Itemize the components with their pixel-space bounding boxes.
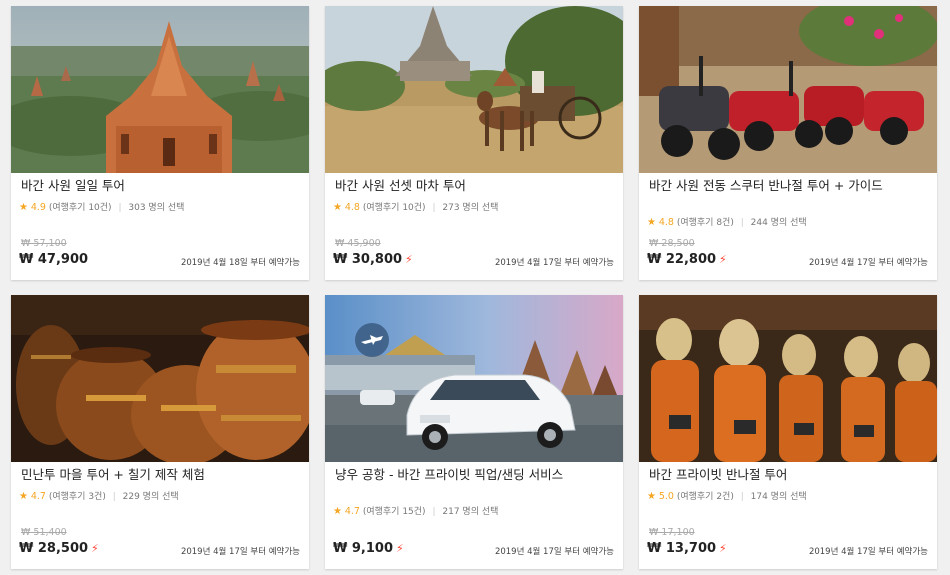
- star-icon: ★: [333, 202, 342, 213]
- original-price: ₩ 17,100: [649, 527, 695, 538]
- sale-price: ₩ 28,500 ⚡: [19, 541, 99, 556]
- chosen-count: 174 명의 선택: [750, 492, 807, 502]
- lightning-icon: ⚡: [719, 542, 727, 555]
- price-value: ₩ 13,700: [647, 541, 717, 556]
- rating-row: ★ 4.7 (여행후기 15건) | 217 명의 선택: [333, 504, 498, 517]
- original-price: ₩ 57,100: [21, 238, 67, 249]
- rating-row: ★ 5.0 (여행후기 2건) | 174 명의 선택: [647, 489, 807, 502]
- review-count: (여행후기 2건): [676, 492, 734, 502]
- review-count: (여행후기 3건): [48, 492, 106, 502]
- availability-date: 2019년 4월 17일 부터 예약가능: [180, 547, 300, 557]
- rating-score: 4.7: [30, 491, 46, 502]
- star-icon: ★: [19, 491, 28, 502]
- horse-cart-photo[interactable]: [325, 6, 623, 173]
- original-price: ₩ 28,500: [649, 238, 695, 249]
- product-card[interactable]: 냥우 공항 - 바간 프라이빗 픽업/샌딩 서비스 ★ 4.7 (여행후기 15…: [325, 295, 623, 569]
- divider: |: [740, 218, 744, 228]
- rating-score: 4.8: [658, 217, 674, 228]
- price-value: ₩ 47,900: [19, 252, 89, 267]
- divider: |: [112, 492, 116, 502]
- tour-title[interactable]: 민난투 마을 투어 + 칠기 제작 체험: [21, 467, 293, 482]
- product-card[interactable]: 바간 프라이빗 반나절 투어 ★ 5.0 (여행후기 2건) | 174 명의 …: [639, 295, 937, 569]
- lacquerware-photo[interactable]: [11, 295, 309, 462]
- airport-car-photo[interactable]: [325, 295, 623, 462]
- price-value: ₩ 22,800: [647, 252, 717, 267]
- chosen-count: 217 명의 선택: [442, 507, 499, 517]
- e-scooter-photo[interactable]: [639, 6, 937, 173]
- chosen-count: 303 명의 선택: [128, 203, 185, 213]
- tour-title[interactable]: 바간 사원 선셋 마차 투어: [335, 178, 607, 193]
- divider: |: [432, 507, 436, 517]
- star-icon: ★: [19, 202, 28, 213]
- original-price: ₩ 45,900: [335, 238, 381, 249]
- sale-price: ₩ 13,700 ⚡: [647, 541, 727, 556]
- product-card[interactable]: 바간 사원 일일 투어 ★ 4.9 (여행후기 10건) | 303 명의 선택…: [11, 6, 309, 280]
- price-value: ₩ 28,500: [19, 541, 89, 556]
- tour-title[interactable]: 바간 사원 전동 스쿠터 반나절 투어 + 가이드: [649, 178, 921, 193]
- rating-row: ★ 4.8 (여행후기 10건) | 273 명의 선택: [333, 200, 498, 213]
- divider: |: [740, 492, 744, 502]
- rating-score: 4.9: [30, 202, 46, 213]
- sale-price: ₩ 47,900: [19, 252, 88, 267]
- tour-title[interactable]: 바간 사원 일일 투어: [21, 178, 293, 193]
- product-card[interactable]: 민난투 마을 투어 + 칠기 제작 체험 ★ 4.7 (여행후기 3건) | 2…: [11, 295, 309, 569]
- rating-row: ★ 4.7 (여행후기 3건) | 229 명의 선택: [19, 489, 179, 502]
- rating-score: 4.8: [344, 202, 360, 213]
- divider: |: [118, 203, 122, 213]
- chosen-count: 244 명의 선택: [750, 218, 807, 228]
- availability-date: 2019년 4월 18일 부터 예약가능: [180, 258, 300, 268]
- product-card[interactable]: 바간 사원 전동 스쿠터 반나절 투어 + 가이드 ★ 4.8 (여행후기 8건…: [639, 6, 937, 280]
- pagoda-landscape-photo[interactable]: [11, 6, 309, 173]
- review-count: (여행후기 10건): [362, 203, 426, 213]
- review-count: (여행후기 15건): [362, 507, 426, 517]
- sale-price: ₩ 30,800 ⚡: [333, 252, 413, 267]
- price-value: ₩ 30,800: [333, 252, 403, 267]
- review-count: (여행후기 10건): [48, 203, 112, 213]
- monk-statues-photo[interactable]: [639, 295, 937, 462]
- availability-date: 2019년 4월 17일 부터 예약가능: [808, 258, 928, 268]
- availability-date: 2019년 4월 17일 부터 예약가능: [494, 258, 614, 268]
- sale-price: ₩ 9,100 ⚡: [333, 541, 404, 556]
- divider: |: [432, 203, 436, 213]
- tour-title[interactable]: 냥우 공항 - 바간 프라이빗 픽업/샌딩 서비스: [335, 467, 607, 482]
- availability-date: 2019년 4월 17일 부터 예약가능: [808, 547, 928, 557]
- rating-row: ★ 4.9 (여행후기 10건) | 303 명의 선택: [19, 200, 184, 213]
- product-card[interactable]: 바간 사원 선셋 마차 투어 ★ 4.8 (여행후기 10건) | 273 명의…: [325, 6, 623, 280]
- rating-score: 5.0: [658, 491, 674, 502]
- rating-row: ★ 4.8 (여행후기 8건) | 244 명의 선택: [647, 215, 807, 228]
- lightning-icon: ⚡: [396, 542, 404, 555]
- star-icon: ★: [333, 506, 342, 517]
- review-count: (여행후기 8건): [676, 218, 734, 228]
- lightning-icon: ⚡: [405, 253, 413, 266]
- chosen-count: 229 명의 선택: [122, 492, 179, 502]
- rating-score: 4.7: [344, 506, 360, 517]
- availability-date: 2019년 4월 17일 부터 예약가능: [494, 547, 614, 557]
- sale-price: ₩ 22,800 ⚡: [647, 252, 727, 267]
- chosen-count: 273 명의 선택: [442, 203, 499, 213]
- tour-title[interactable]: 바간 프라이빗 반나절 투어: [649, 467, 921, 482]
- star-icon: ★: [647, 491, 656, 502]
- star-icon: ★: [647, 217, 656, 228]
- lightning-icon: ⚡: [719, 253, 727, 266]
- price-value: ₩ 9,100: [333, 541, 393, 556]
- lightning-icon: ⚡: [91, 542, 99, 555]
- original-price: ₩ 51,400: [21, 527, 67, 538]
